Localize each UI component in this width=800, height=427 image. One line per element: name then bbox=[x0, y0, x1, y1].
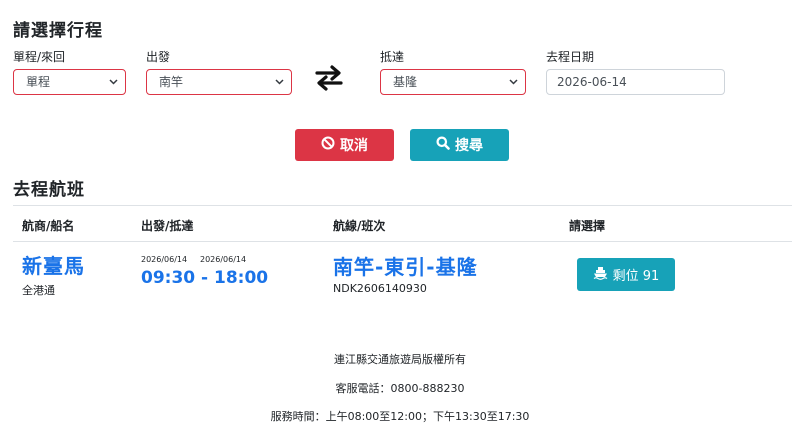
cancel-label: 取消 bbox=[340, 138, 368, 154]
depart-label: 出發 bbox=[146, 50, 171, 64]
operator-name: 全港通 bbox=[22, 284, 55, 297]
depart-value: 南竿 bbox=[159, 75, 184, 89]
search-icon bbox=[436, 136, 450, 154]
date-value: 2026-06-14 bbox=[557, 75, 627, 89]
results-title: 去程航班 bbox=[13, 180, 85, 200]
swap-icon[interactable] bbox=[312, 60, 346, 94]
page-title: 請選擇行程 bbox=[13, 21, 103, 41]
chevron-down-icon bbox=[107, 70, 119, 94]
select-seat-button[interactable]: 剩位 91 bbox=[577, 258, 675, 291]
trip-type-select[interactable]: 單程 bbox=[13, 69, 126, 95]
arrive-label: 抵達 bbox=[380, 50, 405, 64]
copyright-text: 連江縣交通旅遊局版權所有 bbox=[334, 353, 466, 366]
cancel-button[interactable]: 取消 bbox=[295, 129, 394, 161]
trip-code: NDK2606140930 bbox=[333, 282, 427, 295]
date-label: 去程日期 bbox=[546, 50, 595, 64]
seat-label: 剩位 91 bbox=[612, 269, 660, 284]
chevron-down-icon bbox=[273, 70, 285, 94]
ship-icon bbox=[593, 266, 608, 284]
time-range: 09:30 - 18:00 bbox=[141, 268, 269, 288]
search-button[interactable]: 搜尋 bbox=[410, 129, 509, 161]
date-input[interactable]: 2026-06-14 bbox=[546, 69, 725, 95]
service-hours-text: 服務時間：上午08:00至12:00；下午13:30至17:30 bbox=[270, 410, 530, 423]
header-select: 請選擇 bbox=[569, 219, 606, 233]
service-phone-text: 客服電話：0800-888230 bbox=[335, 382, 465, 395]
chevron-down-icon bbox=[507, 70, 519, 94]
arrive-value: 基隆 bbox=[393, 75, 418, 89]
table-top-divider bbox=[13, 205, 792, 206]
depart-date: 2026/06/14 bbox=[141, 255, 188, 264]
ban-icon bbox=[321, 136, 335, 154]
trip-type-value: 單程 bbox=[26, 75, 51, 89]
depart-select[interactable]: 南竿 bbox=[146, 69, 292, 95]
table-row: 新臺馬 全港通 2026/06/14 2026/06/14 09:30 - 18… bbox=[0, 242, 800, 304]
route-name: 南竿-東引-基隆 bbox=[333, 255, 478, 279]
vessel-name: 新臺馬 bbox=[22, 254, 85, 278]
search-label: 搜尋 bbox=[455, 138, 483, 154]
header-vessel: 航商/船名 bbox=[22, 219, 75, 233]
arrive-select[interactable]: 基隆 bbox=[380, 69, 526, 95]
header-time: 出發/抵達 bbox=[141, 219, 194, 233]
header-route: 航線/班次 bbox=[333, 219, 386, 233]
trip-type-label: 單程/來回 bbox=[13, 50, 66, 64]
arrive-date: 2026/06/14 bbox=[200, 255, 247, 264]
